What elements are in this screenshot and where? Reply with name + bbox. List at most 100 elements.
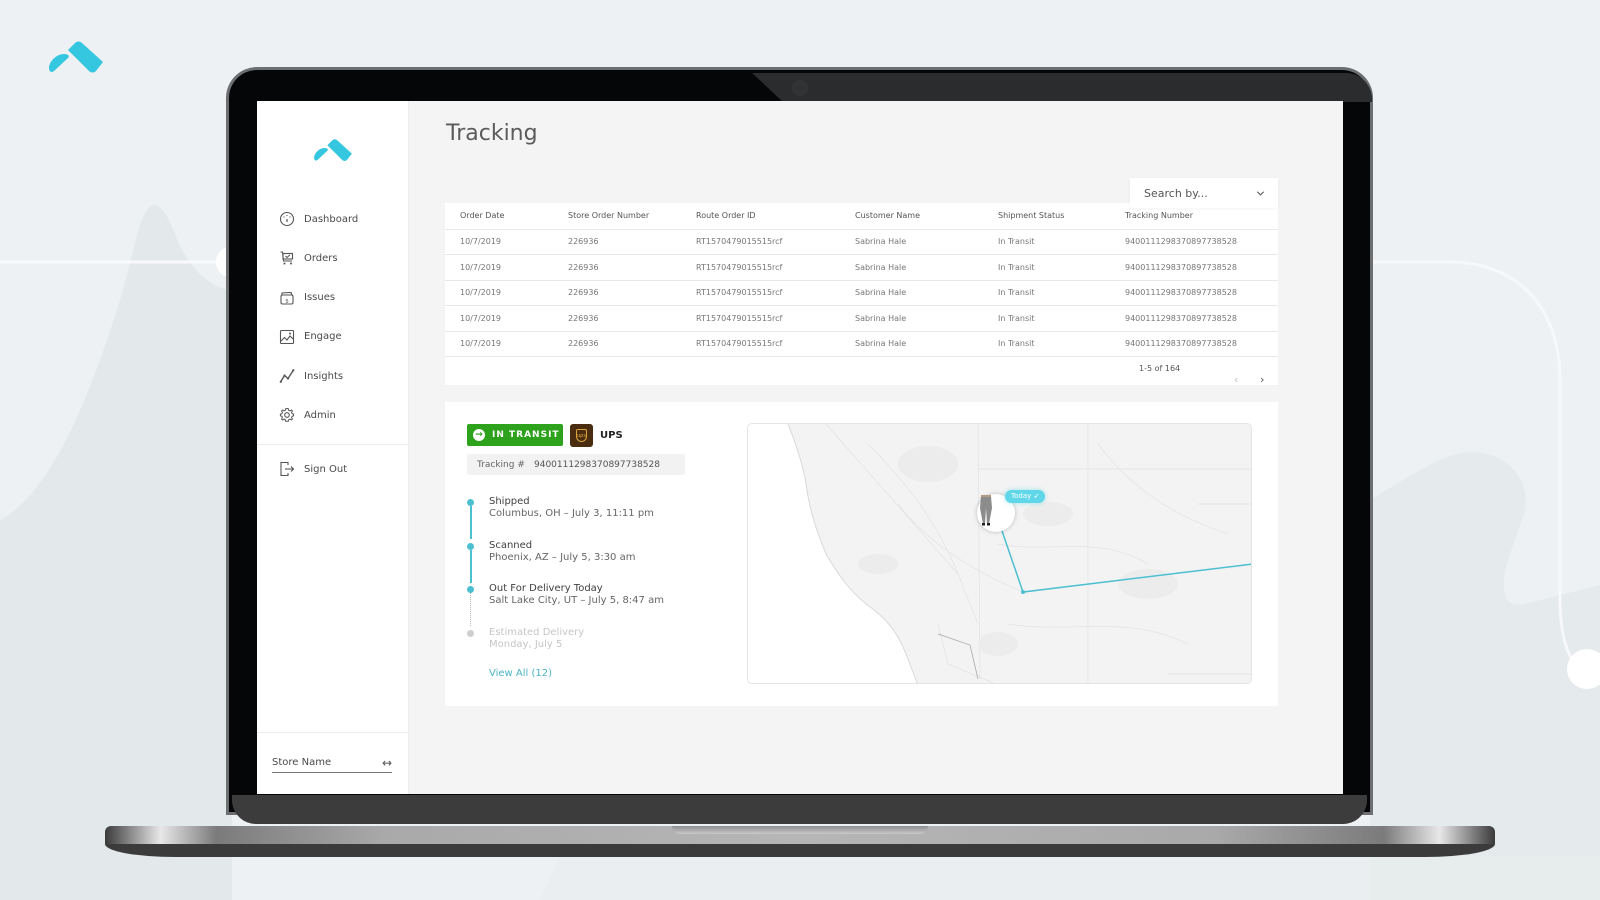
sidebar-item-issues[interactable]: $ Issues: [279, 288, 399, 308]
sidebar-item-dashboard[interactable]: Dashboard: [279, 209, 399, 229]
table-row[interactable]: 10/7/2019 226936 RT1570479015515rcf Sabr…: [445, 229, 1278, 255]
tracking-value[interactable]: 9400111298370897738528: [534, 460, 660, 470]
cell-order-date: 10/7/2019: [445, 254, 553, 281]
cell-route-order-id: RT1570479015515rcf: [681, 229, 840, 255]
sidebar-nav: Dashboard Orders $ Issues Engage Insight…: [279, 209, 399, 445]
arrow-right-icon: →: [473, 429, 485, 441]
cell-route-order-id: RT1570479015515rcf: [681, 305, 840, 332]
sidebar-item-insights[interactable]: Insights: [279, 366, 399, 386]
brand-logo-icon: [49, 41, 103, 73]
search-by-dropdown[interactable]: Search by...: [1130, 178, 1278, 208]
store-name: Store Name: [272, 757, 332, 768]
ups-logo-text: ups: [576, 429, 587, 442]
sign-out-button[interactable]: Sign Out: [279, 459, 347, 479]
app-logo-icon[interactable]: [312, 138, 354, 165]
cell-route-order-id: RT1570479015515rcf: [681, 254, 840, 281]
svg-text:$: $: [285, 298, 289, 304]
carrier-name: UPS: [600, 430, 623, 441]
timeline-event-title: Shipped: [489, 496, 530, 507]
sidebar-bottom-divider: [257, 732, 409, 733]
timeline-event: Scanned Phoenix, AZ – July 5, 3:30 am: [467, 540, 664, 584]
timeline-event: Out For Delivery Today Salt Lake City, U…: [467, 583, 664, 627]
map-graphic: [748, 424, 1251, 683]
cell-order-date: 10/7/2019: [445, 229, 553, 255]
cell-shipment-status: In Transit: [983, 305, 1110, 332]
timeline-event-title: Scanned: [489, 539, 533, 551]
sidebar-item-label: Issues: [304, 292, 336, 304]
cell-tracking-number: 9400111298370897738528: [1110, 305, 1278, 332]
timeline-dot: [467, 542, 474, 550]
cell-shipment-status: In Transit: [983, 254, 1110, 281]
laptop-lid-bottom: [232, 795, 1367, 824]
product-leggings-icon: [980, 495, 992, 526]
timeline-connector-dotted: [470, 593, 471, 626]
pagination-prev-icon[interactable]: ‹: [1234, 373, 1238, 386]
cell-shipment-status: In Transit: [983, 280, 1110, 306]
column-header-shipment-status[interactable]: Shipment Status: [983, 203, 1110, 230]
table-row[interactable]: 10/7/2019 226936 RT1570479015515rcf Sabr…: [445, 280, 1278, 306]
timeline-dot: [467, 629, 474, 637]
sidebar-item-orders[interactable]: Orders: [279, 248, 399, 268]
laptop-notch: [672, 826, 928, 834]
timeline-event-title: Estimated Delivery: [489, 626, 585, 638]
orders-table-card: Order Date Store Order Number Route Orde…: [445, 203, 1278, 386]
tracking-label: Tracking #: [477, 459, 525, 470]
cell-customer-name: Sabrina Hale: [840, 305, 983, 332]
cell-tracking-number: 9400111298370897738528: [1110, 280, 1278, 306]
cell-order-date: 10/7/2019: [445, 280, 553, 306]
dashboard-gauge-icon: [279, 211, 295, 227]
cell-route-order-id: RT1570479015515rcf: [681, 280, 840, 306]
cell-route-order-id: RT1570479015515rcf: [681, 331, 840, 357]
timeline-dot: [467, 586, 474, 593]
cell-store-order-number: 226936: [553, 229, 681, 255]
sidebar-item-label: Admin: [304, 409, 336, 421]
sidebar-item-engage[interactable]: Engage: [279, 327, 399, 347]
cart-icon: [280, 251, 294, 265]
column-header-store-order-number[interactable]: Store Order Number: [553, 203, 681, 230]
ups-logo-icon: ups: [570, 424, 593, 447]
timeline-event-subtitle: Phoenix, AZ – July 5, 3:30 am: [489, 551, 636, 563]
tracking-number-box: Tracking # 9400111298370897738528: [467, 454, 685, 475]
cell-store-order-number: 226936: [553, 331, 681, 357]
lid-reflection: [752, 73, 1372, 102]
sidebar-item-admin[interactable]: Admin: [279, 405, 399, 425]
swap-arrows-icon[interactable]: ↔: [382, 756, 392, 770]
cell-store-order-number: 226936: [553, 254, 681, 281]
view-all-link[interactable]: View All (12): [489, 668, 552, 679]
timeline-event-subtitle: Monday, July 5: [489, 638, 563, 650]
timeline-dot: [467, 499, 474, 506]
shipment-map[interactable]: Today ➶: [747, 423, 1252, 684]
tracking-timeline: Shipped Columbus, OH – July 3, 11:11 pm …: [467, 496, 664, 670]
column-header-route-order-id[interactable]: Route Order ID: [681, 203, 840, 230]
table-row[interactable]: 10/7/2019 226936 RT1570479015515rcf Sabr…: [445, 254, 1278, 281]
timeline-event: Shipped Columbus, OH – July 3, 11:11 pm: [467, 496, 664, 540]
cell-tracking-number: 9400111298370897738528: [1110, 331, 1278, 357]
sidebar-item-label: Engage: [304, 331, 342, 343]
timeline-event-subtitle: Salt Lake City, UT – July 5, 8:47 am: [489, 595, 664, 606]
pagination-count: 1-5 of 164: [1139, 364, 1181, 373]
main-content: Tracking Order Date Store Order Number R…: [409, 101, 1343, 794]
app-screen: Dashboard Orders $ Issues Engage Insight…: [257, 101, 1343, 794]
dollar-folder-icon: $: [280, 291, 294, 305]
cell-store-order-number: 226936: [553, 280, 681, 306]
timeline-event-title: Out For Delivery Today: [489, 583, 603, 594]
shipment-detail-card: → IN TRANSIT ups UPS Tracking # 94001112…: [445, 402, 1278, 706]
column-header-order-date[interactable]: Order Date: [445, 203, 553, 230]
camera-icon: [792, 80, 808, 96]
status-badge-label: IN TRANSIT: [492, 430, 560, 440]
cell-store-order-number: 226936: [553, 305, 681, 332]
column-header-customer-name[interactable]: Customer Name: [840, 203, 983, 230]
timeline-event: Estimated Delivery Monday, July 5: [467, 627, 664, 671]
sidebar: Dashboard Orders $ Issues Engage Insight…: [257, 101, 409, 794]
cell-tracking-number: 9400111298370897738528: [1110, 254, 1278, 281]
cell-tracking-number: 9400111298370897738528: [1110, 229, 1278, 255]
pagination-next-icon[interactable]: ›: [1260, 373, 1264, 386]
table-row[interactable]: 10/7/2019 226936 RT1570479015515rcf Sabr…: [445, 305, 1278, 332]
search-by-placeholder: Search by...: [1144, 186, 1208, 200]
timeline-connector: [470, 549, 472, 583]
image-icon: [279, 329, 295, 344]
timeline-event-subtitle: Columbus, OH – July 3, 11:11 pm: [489, 508, 654, 519]
table-row[interactable]: 10/7/2019 226936 RT1570479015515rcf Sabr…: [445, 331, 1278, 357]
store-selector[interactable]: Store Name ↔: [272, 753, 392, 773]
sidebar-item-label: Dashboard: [304, 213, 359, 225]
